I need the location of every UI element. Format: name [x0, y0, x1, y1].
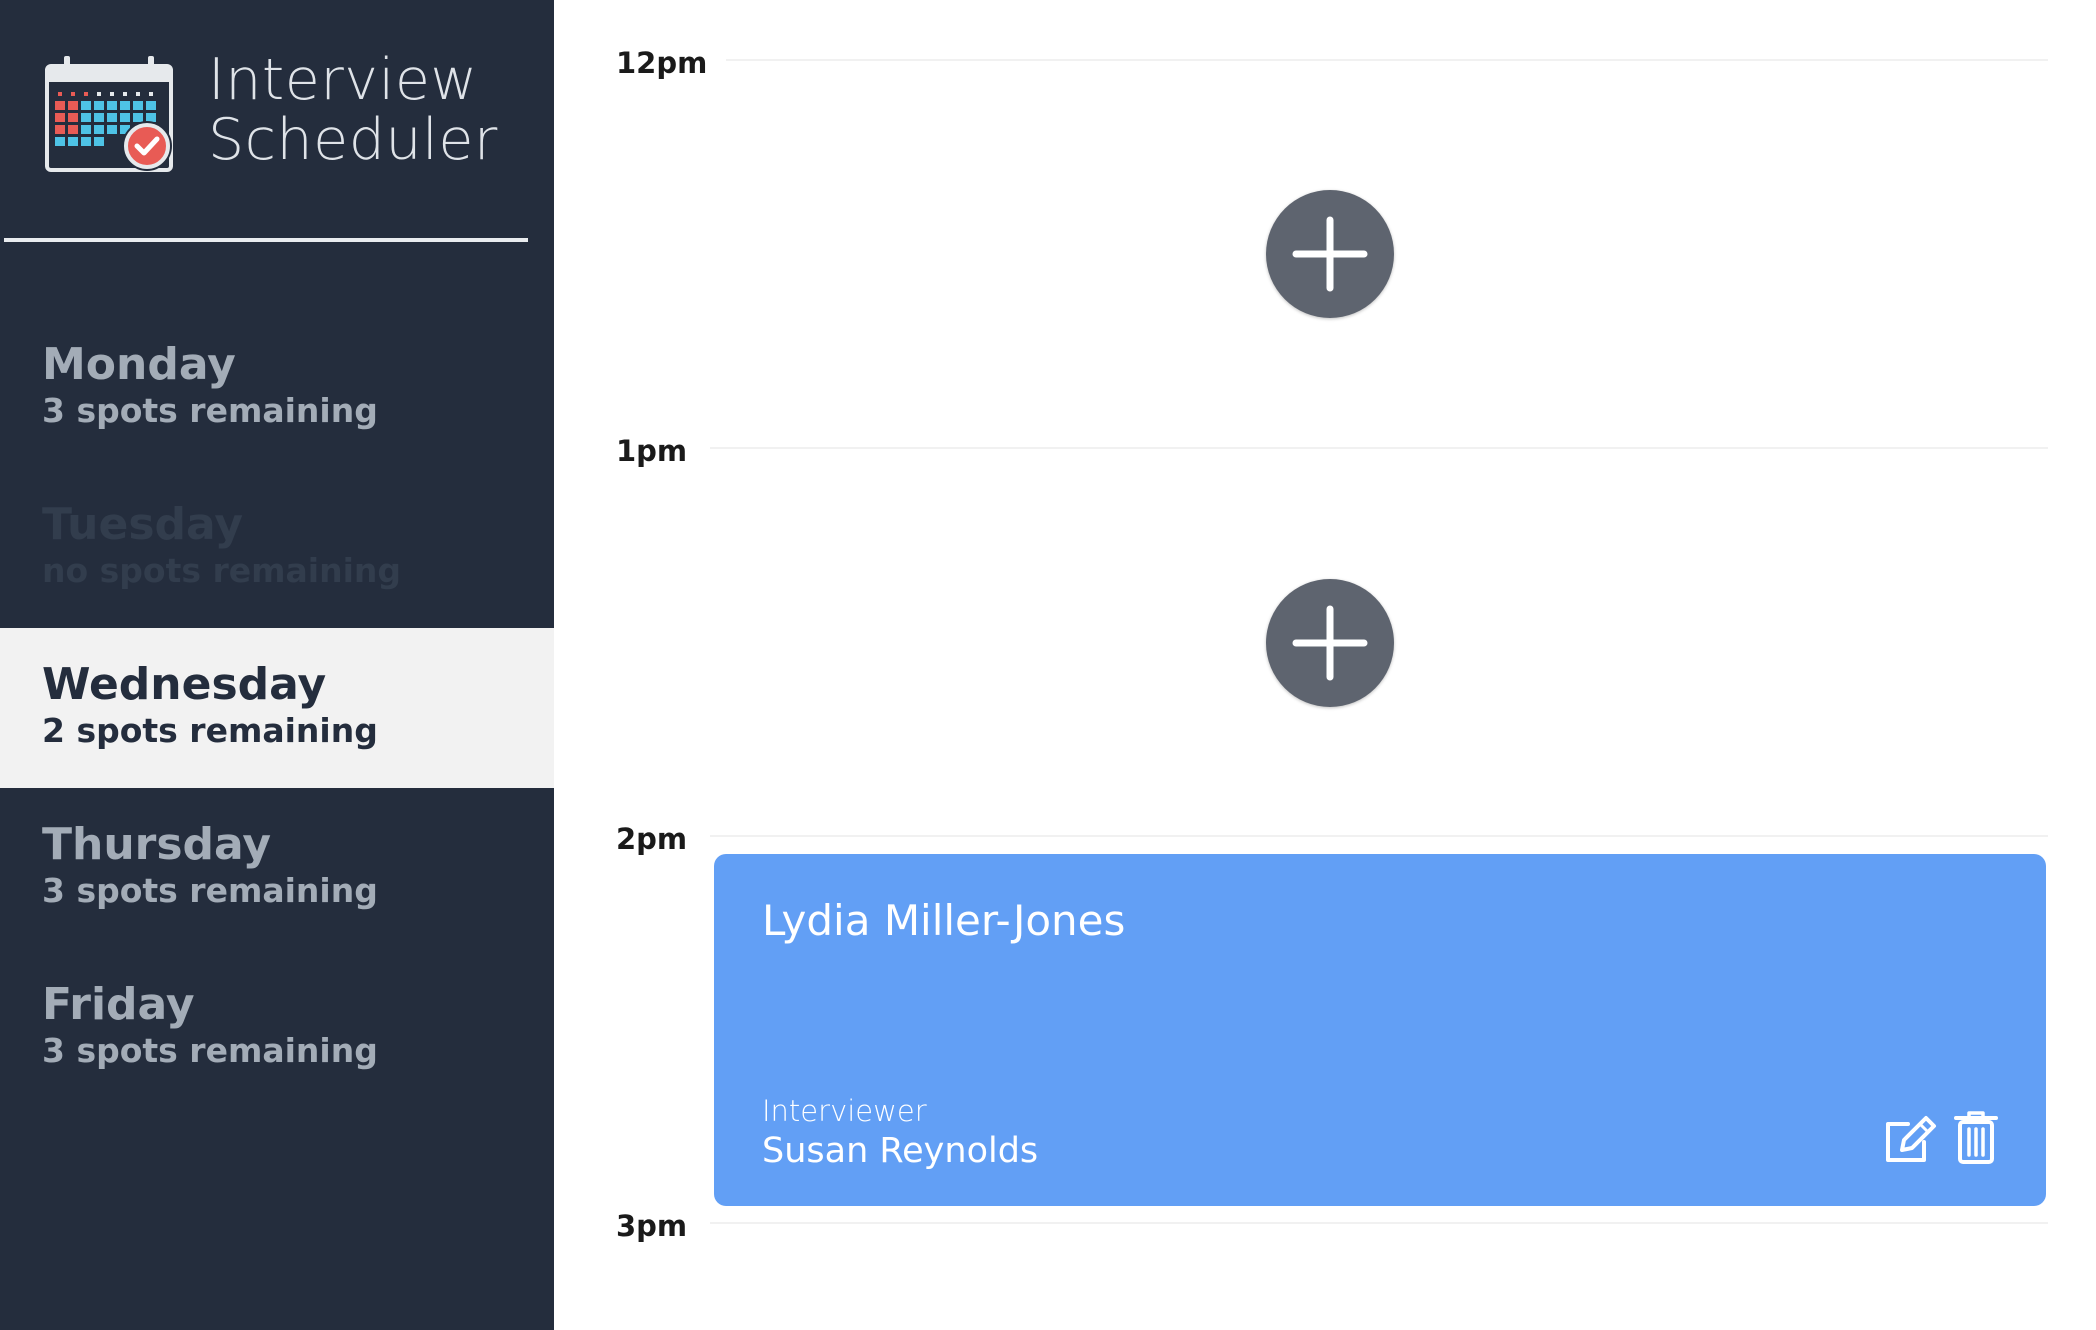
brand: Interview Scheduler: [44, 50, 524, 180]
edit-icon[interactable]: [1884, 1114, 1940, 1166]
add-appointment-button[interactable]: [1266, 579, 1394, 707]
hour-label-3pm: 3pm: [616, 1209, 688, 1243]
add-appointment-button[interactable]: [1266, 190, 1394, 318]
day-item-monday[interactable]: Monday 3 spots remaining: [0, 308, 554, 468]
calendar-check-icon: [45, 56, 173, 172]
day-name: Wednesday: [42, 659, 327, 710]
student-name: Lydia Miller-Jones: [762, 896, 1126, 945]
day-name: Tuesday: [42, 499, 244, 550]
day-item-tuesday[interactable]: Tuesday no spots remaining: [0, 468, 554, 628]
appointment-card: Lydia Miller-Jones Interviewer Susan Rey…: [714, 854, 2046, 1206]
day-spots: no spots remaining: [42, 551, 402, 590]
sidebar-divider: [4, 238, 528, 242]
day-spots: 3 spots remaining: [42, 1031, 378, 1070]
app-title-line1: Interview: [208, 47, 478, 113]
hour-label-12pm: 12pm: [616, 46, 708, 80]
hour-divider: [726, 59, 2048, 61]
hour-label-1pm: 1pm: [616, 434, 688, 468]
day-item-friday[interactable]: Friday 3 spots remaining: [0, 948, 554, 1108]
hour-divider: [710, 835, 2048, 837]
day-list: Monday 3 spots remaining Tuesday no spot…: [0, 308, 554, 1108]
interviewer-label: Interviewer: [762, 1094, 927, 1128]
app-title: Interview Scheduler: [208, 50, 498, 170]
day-spots: 3 spots remaining: [42, 871, 378, 910]
hour-divider: [710, 1222, 2048, 1224]
trash-icon[interactable]: [1954, 1110, 1998, 1166]
app-title-line2: Scheduler: [208, 107, 498, 173]
day-name: Friday: [42, 979, 195, 1030]
day-name: Monday: [42, 339, 236, 390]
interviewer-name: Susan Reynolds: [762, 1131, 1039, 1171]
schedule: 12pm 1pm 2pm Lydia Miller-Jones Intervie…: [554, 0, 2096, 1330]
add-icon: [1292, 216, 1368, 292]
day-spots: 3 spots remaining: [42, 391, 378, 430]
hour-label-2pm: 2pm: [616, 822, 688, 856]
add-icon: [1292, 605, 1368, 681]
day-item-thursday[interactable]: Thursday 3 spots remaining: [0, 788, 554, 948]
day-spots: 2 spots remaining: [42, 711, 378, 750]
day-item-wednesday[interactable]: Wednesday 2 spots remaining: [0, 628, 554, 788]
sidebar: Interview Scheduler Monday 3 spots remai…: [0, 0, 554, 1330]
hour-divider: [710, 447, 2048, 449]
day-name: Thursday: [42, 819, 272, 870]
app-root: Interview Scheduler Monday 3 spots remai…: [0, 0, 2096, 1330]
